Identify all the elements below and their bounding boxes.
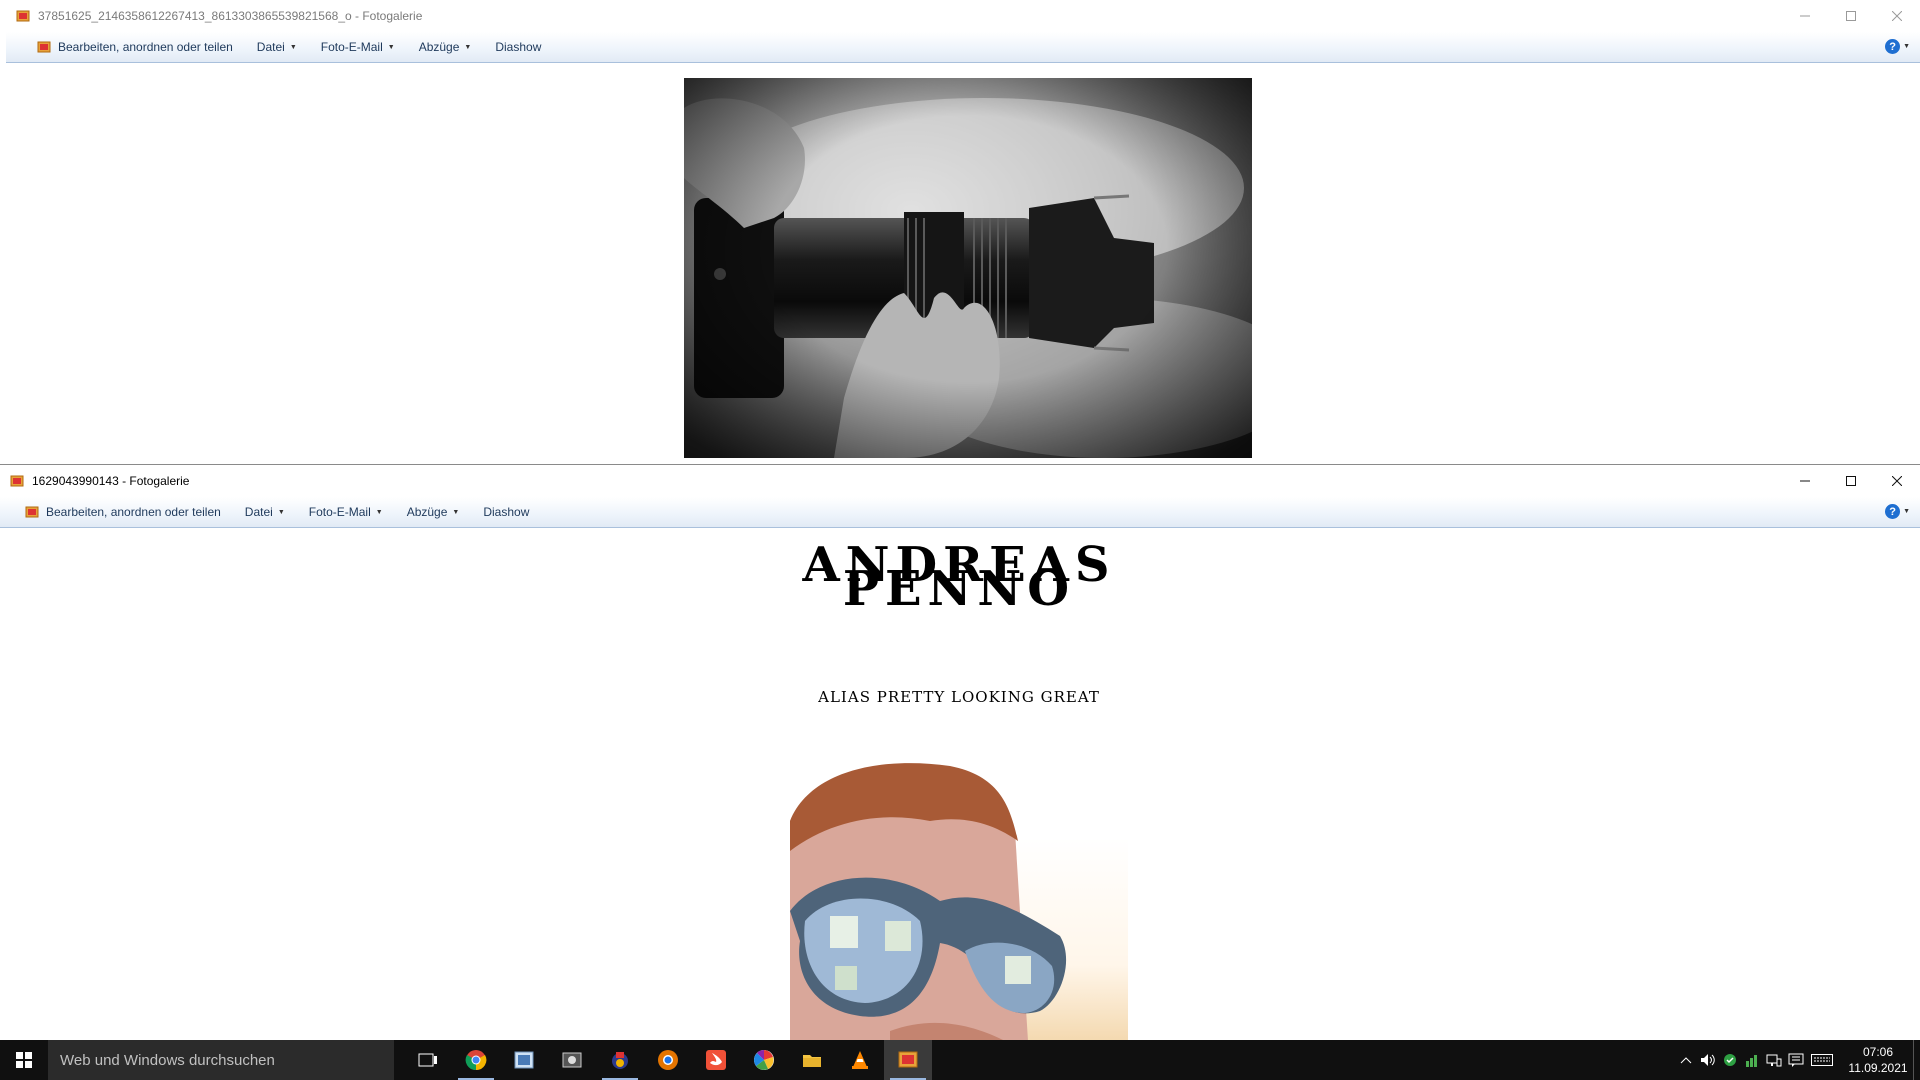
prints-label: Abzüge bbox=[418, 40, 460, 54]
poster-photo: ANDREAS PENNO ALIAS PRETTY LOOKING GREAT bbox=[790, 533, 1128, 1040]
task-view-icon[interactable] bbox=[404, 1040, 452, 1080]
chevron-down-icon: ▼ bbox=[1903, 43, 1910, 50]
clock-time: 07:06 bbox=[1862, 1045, 1894, 1059]
swift-icon[interactable] bbox=[692, 1040, 740, 1080]
vlc-icon[interactable] bbox=[836, 1040, 884, 1080]
photo-email-menu[interactable]: Foto-E-Mail ▼ bbox=[297, 497, 395, 527]
show-desktop-button[interactable] bbox=[1913, 1040, 1920, 1080]
portrait-image bbox=[790, 763, 1067, 1040]
chrome-icon[interactable] bbox=[452, 1040, 500, 1080]
security-shield-icon[interactable] bbox=[1719, 1040, 1741, 1080]
chevron-down-icon: ▼ bbox=[1903, 508, 1910, 515]
photo-viewer-icon[interactable] bbox=[500, 1040, 548, 1080]
keyboard-icon[interactable] bbox=[1807, 1040, 1837, 1080]
start-button[interactable] bbox=[0, 1040, 48, 1080]
photo-gallery-app-icon bbox=[10, 474, 24, 488]
email-label: Foto-E-Mail bbox=[320, 40, 383, 54]
prints-label: Abzüge bbox=[406, 505, 448, 519]
minimize-button[interactable] bbox=[1782, 465, 1828, 497]
file-label: Datei bbox=[244, 505, 273, 519]
command-bar: Bearbeiten, anordnen oder teilen Datei ▼ … bbox=[0, 497, 1920, 528]
chevron-down-icon: ▼ bbox=[464, 43, 472, 51]
command-bar: Bearbeiten, anordnen oder teilen Datei ▼ … bbox=[6, 32, 1920, 63]
edit-arrange-share-button[interactable]: Bearbeiten, anordnen oder teilen bbox=[24, 32, 245, 62]
search-input[interactable]: Web und Windows durchsuchen bbox=[48, 1040, 394, 1080]
prints-menu[interactable]: Abzüge ▼ bbox=[395, 497, 472, 527]
file-menu[interactable]: Datei ▼ bbox=[233, 497, 297, 527]
help-button[interactable]: ? ▼ bbox=[1885, 39, 1910, 54]
file-label: Datei bbox=[256, 40, 285, 54]
video-editor-icon[interactable] bbox=[548, 1040, 596, 1080]
chevron-down-icon: ▼ bbox=[375, 508, 383, 516]
close-button[interactable] bbox=[1874, 0, 1920, 32]
file-explorer-icon[interactable] bbox=[788, 1040, 836, 1080]
help-button[interactable]: ? ▼ bbox=[1885, 504, 1910, 519]
system-tray: 07:06 11.09.2021 bbox=[1675, 1040, 1920, 1080]
photo-gallery-icon bbox=[24, 504, 40, 520]
close-button[interactable] bbox=[1874, 465, 1920, 497]
photo-gallery-app-icon bbox=[16, 9, 30, 23]
action-center-icon[interactable] bbox=[1785, 1040, 1807, 1080]
photo-email-menu[interactable]: Foto-E-Mail ▼ bbox=[309, 32, 407, 62]
poster-name-line2: PENNO bbox=[842, 561, 1076, 617]
window-title: 37851625_2146358612267413_86133038655398… bbox=[38, 9, 423, 23]
chevron-down-icon: ▼ bbox=[289, 43, 297, 51]
clock[interactable]: 07:06 11.09.2021 bbox=[1843, 1044, 1913, 1076]
slideshow-button[interactable]: Diashow bbox=[471, 497, 541, 527]
title-bar[interactable]: 1629043990143 - Fotogalerie bbox=[0, 465, 1920, 497]
paint-icon[interactable] bbox=[596, 1040, 644, 1080]
edit-label: Bearbeiten, anordnen oder teilen bbox=[46, 505, 221, 519]
taskbar: Web und Windows durchsuchen 07:06 11.09.… bbox=[0, 1040, 1920, 1080]
network-icon[interactable] bbox=[1763, 1040, 1785, 1080]
window-title: 1629043990143 - Fotogalerie bbox=[32, 474, 190, 488]
slideshow-button[interactable]: Diashow bbox=[483, 32, 553, 62]
taskbar-apps bbox=[404, 1040, 932, 1080]
photo-gallery-window-top: 37851625_2146358612267413_86133038655398… bbox=[0, 0, 1920, 464]
title-bar[interactable]: 37851625_2146358612267413_86133038655398… bbox=[6, 0, 1920, 32]
slideshow-label: Diashow bbox=[495, 40, 542, 54]
windows-logo-icon bbox=[16, 1052, 32, 1068]
prints-menu[interactable]: Abzüge ▼ bbox=[407, 32, 484, 62]
maximize-button[interactable] bbox=[1828, 0, 1874, 32]
network-usage-icon[interactable] bbox=[1741, 1040, 1763, 1080]
chevron-down-icon: ▼ bbox=[387, 43, 395, 51]
email-label: Foto-E-Mail bbox=[308, 505, 371, 519]
chevron-down-icon: ▼ bbox=[452, 508, 460, 516]
clock-date: 11.09.2021 bbox=[1848, 1061, 1908, 1075]
chevron-down-icon: ▼ bbox=[277, 508, 285, 516]
edit-label: Bearbeiten, anordnen oder teilen bbox=[58, 40, 233, 54]
photo-gallery-taskbar-icon[interactable] bbox=[884, 1040, 932, 1080]
maximize-button[interactable] bbox=[1828, 465, 1874, 497]
edit-arrange-share-button[interactable]: Bearbeiten, anordnen oder teilen bbox=[12, 497, 233, 527]
help-icon: ? bbox=[1885, 504, 1901, 519]
camera-lens-photo bbox=[684, 78, 1252, 458]
minimize-button[interactable] bbox=[1782, 0, 1828, 32]
file-menu[interactable]: Datei ▼ bbox=[245, 32, 309, 62]
chevron-up-icon[interactable] bbox=[1675, 1040, 1697, 1080]
photo-gallery-icon bbox=[36, 39, 52, 55]
chrome-alt-icon[interactable] bbox=[644, 1040, 692, 1080]
help-icon: ? bbox=[1885, 39, 1901, 54]
search-placeholder: Web und Windows durchsuchen bbox=[60, 1051, 275, 1069]
picasa-icon[interactable] bbox=[740, 1040, 788, 1080]
slideshow-label: Diashow bbox=[483, 505, 530, 519]
poster-alias: ALIAS PRETTY LOOKING GREAT bbox=[818, 688, 1100, 706]
photo-gallery-window-bottom: 1629043990143 - Fotogalerie Bearbeiten, … bbox=[0, 464, 1920, 1040]
volume-icon[interactable] bbox=[1697, 1040, 1719, 1080]
